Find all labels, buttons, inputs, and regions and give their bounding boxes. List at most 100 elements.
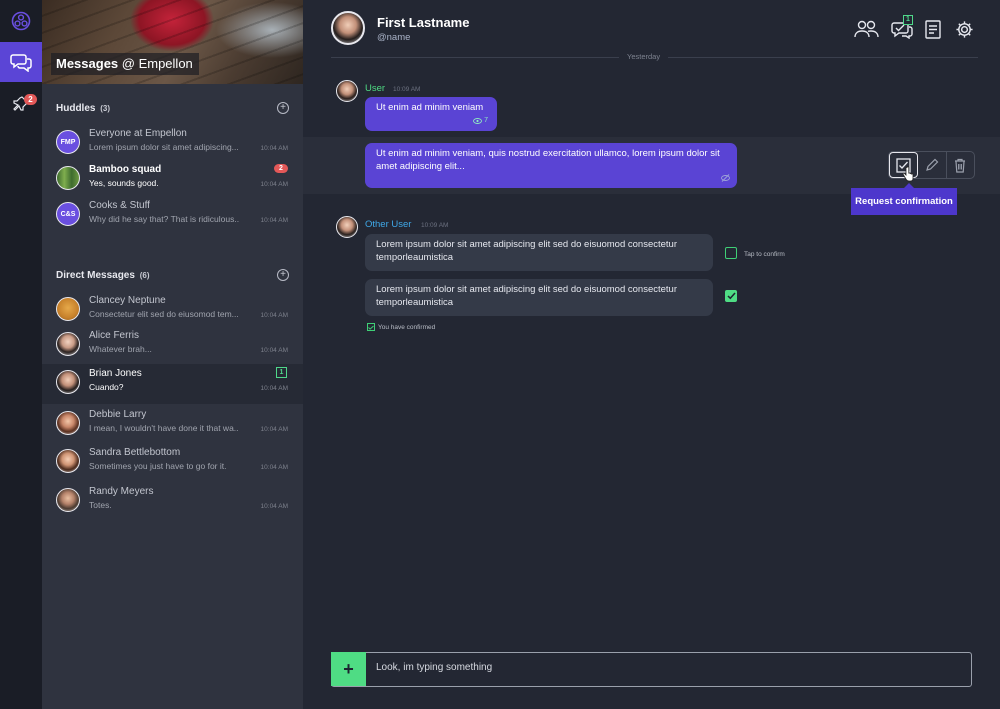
direct-messages-header: Direct Messages (6) — [56, 270, 150, 281]
dm-item-active[interactable]: Brian Jones Cuando? 1 10:04 AM — [42, 364, 303, 404]
unread-badge: 2 — [274, 164, 288, 173]
confirmed-checkbox[interactable] — [725, 290, 737, 302]
dm-time: 10:04 AM — [260, 385, 288, 392]
tap-to-confirm-label: Tap to confirm — [744, 251, 785, 258]
huddle-time: 10:04 AM — [260, 181, 288, 188]
logo-icon — [11, 11, 31, 31]
workspace-title: Messages @ Empellon — [51, 53, 199, 75]
message-composer[interactable]: + Look, im typing something — [331, 652, 972, 687]
edit-message-button[interactable] — [918, 152, 947, 178]
add-direct-message-button[interactable]: + — [277, 269, 289, 281]
attach-button[interactable]: + — [331, 652, 366, 686]
no-views-icon — [721, 174, 730, 182]
dm-time: 10:04 AM — [260, 347, 288, 354]
other-user-avatar[interactable] — [336, 216, 358, 238]
dm-time: 10:04 AM — [260, 464, 288, 471]
view-count: 7 — [473, 115, 488, 128]
dm-avatar — [56, 370, 80, 394]
rail-messages-button[interactable] — [0, 42, 42, 82]
contact-name: First Lastname — [377, 15, 470, 30]
huddle-time: 10:04 AM — [260, 217, 288, 224]
dm-avatar — [56, 297, 80, 321]
huddles-header: Huddles (3) — [56, 103, 110, 114]
dm-avatar — [56, 411, 80, 435]
dm-item[interactable]: Alice Ferris Whatever brah... 10:04 AM — [42, 326, 303, 366]
users-icon — [853, 20, 879, 38]
dm-name: Sandra Bettlebottom — [89, 447, 181, 458]
add-huddle-button[interactable]: + — [277, 102, 289, 114]
dm-item[interactable]: Clancey Neptune Consectetur elit sed do … — [42, 291, 303, 331]
user-avatar[interactable] — [336, 80, 358, 102]
message-author[interactable]: User — [365, 83, 385, 94]
huddle-item[interactable]: Bamboo squad Yes, sounds good. 2 10:04 A… — [42, 160, 303, 200]
huddle-preview: Yes, sounds good. — [89, 178, 159, 188]
dm-preview: Cuando? — [89, 382, 124, 392]
dm-item[interactable]: Debbie Larry I mean, I wouldn't have don… — [42, 405, 303, 445]
chat-bubbles-icon — [10, 54, 32, 72]
dm-time: 10:04 AM — [260, 312, 288, 319]
plus-icon: + — [280, 102, 286, 113]
dm-item[interactable]: Sandra Bettlebottom Sometimes you just h… — [42, 443, 303, 483]
message-time: 10:09 AM — [393, 86, 421, 93]
huddles-title: Huddles — [56, 103, 96, 114]
dm-name: Randy Meyers — [89, 486, 154, 497]
app-logo[interactable] — [0, 0, 42, 42]
eye-icon — [473, 117, 483, 124]
direct-messages-title: Direct Messages — [56, 270, 135, 281]
huddle-time: 10:04 AM — [260, 145, 288, 152]
direct-messages-count: (6) — [139, 271, 150, 280]
view-count-value: 7 — [484, 116, 488, 124]
confirm-checkbox[interactable] — [725, 247, 737, 259]
pencil-icon — [926, 158, 939, 171]
huddle-preview: Why did he say that? That is ridiculous.… — [89, 214, 239, 224]
workspace-title-bold: Messages — [56, 56, 119, 71]
message-input[interactable]: Look, im typing something — [376, 662, 492, 673]
message-text: Ut enim ad minim veniam — [376, 102, 484, 113]
notes-button[interactable] — [923, 18, 943, 40]
confirm-request-badge: 1 — [276, 367, 287, 378]
message-author[interactable]: Other User — [365, 219, 411, 230]
confirmed-status-icon — [367, 323, 375, 331]
delete-message-button[interactable] — [947, 152, 974, 178]
workspace-banner: Messages @ Empellon — [42, 0, 303, 84]
request-confirmation-tooltip: Request confirmation — [851, 183, 957, 215]
dm-preview: Whatever brah... — [89, 344, 152, 354]
trash-icon — [955, 158, 966, 173]
dm-name: Alice Ferris — [89, 330, 140, 341]
rail-pins-button[interactable]: 2 — [0, 88, 42, 120]
huddle-item[interactable]: FMP Everyone at Empellon Lorem ipsum dol… — [42, 124, 303, 164]
huddle-name: Bamboo squad — [89, 164, 162, 175]
dm-avatar — [56, 449, 80, 473]
huddle-avatar-image — [56, 166, 80, 190]
message-time: 10:09 AM — [421, 222, 449, 229]
dm-item[interactable]: Randy Meyers Totes. 10:04 AM — [42, 482, 303, 522]
message-text: Ut enim ad minim veniam, quis nostrud ex… — [376, 148, 720, 172]
dm-avatar — [56, 332, 80, 356]
confirmations-badge: 1 — [903, 15, 913, 25]
tooltip-text: Request confirmation — [855, 196, 953, 207]
message-bubble[interactable]: Ut enim ad minim veniam 7 — [365, 97, 497, 131]
dm-preview: Totes. — [89, 500, 112, 510]
huddle-avatar: FMP — [56, 130, 80, 154]
dm-preview: Consectetur elit sed do eiusomod tem... — [89, 309, 239, 319]
contact-avatar[interactable] — [331, 11, 365, 45]
huddles-count: (3) — [100, 104, 111, 113]
huddle-avatar: C&S — [56, 202, 80, 226]
dm-name: Brian Jones — [89, 368, 142, 379]
gear-icon — [955, 20, 973, 38]
dm-avatar — [56, 488, 80, 512]
hand-cursor-icon — [902, 166, 914, 182]
members-button[interactable] — [853, 18, 879, 40]
huddle-item[interactable]: C&S Cooks & Stuff Why did he say that? T… — [42, 196, 303, 236]
message-bubble-hovered[interactable]: Ut enim ad minim veniam, quis nostrud ex… — [365, 143, 737, 188]
message-bubble[interactable]: Lorem ipsum dolor sit amet adipiscing el… — [365, 234, 713, 271]
you-have-confirmed-label: You have confirmed — [378, 324, 436, 331]
contact-handle: @name — [377, 32, 411, 43]
message-bubble[interactable]: Lorem ipsum dolor sit amet adipiscing el… — [365, 279, 713, 316]
chat-panel: First Lastname @name 1 Yesterday User 10… — [303, 0, 1000, 709]
confirmations-button[interactable]: 1 — [890, 15, 914, 40]
settings-button[interactable] — [953, 18, 975, 40]
dm-preview: I mean, I wouldn't have done it that wa.… — [89, 423, 239, 433]
plus-icon: + — [280, 269, 286, 280]
dm-preview: Sometimes you just have to go for it. — [89, 461, 227, 471]
